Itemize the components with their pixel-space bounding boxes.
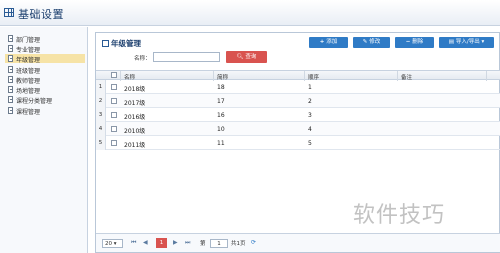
add-button[interactable]: + 添加 bbox=[309, 37, 348, 48]
cell-order: 2 bbox=[308, 98, 312, 105]
edit-button-label: 修改 bbox=[369, 39, 381, 45]
document-icon bbox=[8, 96, 13, 103]
file-icon: ▤ bbox=[448, 39, 454, 45]
document-icon bbox=[8, 35, 13, 42]
top-bar: 基础设置 bbox=[0, 0, 500, 26]
sidebar-item-course[interactable]: 课程管理 bbox=[5, 106, 85, 116]
sidebar-item-grade[interactable]: 年级管理 bbox=[5, 54, 85, 64]
last-page-icon[interactable]: ⏭ bbox=[185, 239, 190, 247]
cell-order: 5 bbox=[308, 140, 312, 147]
sidebar-item-label: 专业管理 bbox=[16, 47, 41, 54]
cell-name: 2017级 bbox=[124, 100, 146, 107]
row-checkbox[interactable] bbox=[111, 126, 117, 132]
table-row[interactable]: 1 2018级 18 1 bbox=[96, 80, 500, 94]
row-number: 2 bbox=[96, 94, 106, 108]
cell-short: 10 bbox=[217, 126, 225, 133]
plus-icon: + bbox=[319, 39, 325, 45]
caret-down-icon: ▾ bbox=[479, 39, 485, 45]
pagination-bar: 20 ▾ ⏮ ◀ 1 ▶ ⏭ 第 1 共1页 ⟳ bbox=[96, 233, 500, 252]
cell-name: 2016级 bbox=[124, 114, 146, 121]
refresh-icon[interactable]: ⟳ bbox=[251, 239, 256, 246]
sidebar-item-label: 课程管理 bbox=[16, 109, 41, 116]
document-icon bbox=[8, 45, 13, 52]
watermark-text: 软件技巧 bbox=[353, 203, 446, 228]
document-icon bbox=[8, 76, 13, 83]
panel-title-text: 年级管理 bbox=[111, 39, 141, 48]
sidebar: 部门管理 专业管理 年级管理 班级管理 教师管理 场地管理 课程分类管理 课程管… bbox=[0, 27, 88, 253]
cell-short: 16 bbox=[217, 112, 225, 119]
sidebar-item-teacher[interactable]: 教师管理 bbox=[5, 75, 85, 85]
cell-order: 3 bbox=[308, 112, 312, 119]
table-row[interactable]: 2 2017级 17 2 bbox=[96, 94, 500, 108]
add-button-label: 添加 bbox=[326, 39, 338, 45]
row-number: 3 bbox=[96, 108, 106, 122]
table-row[interactable]: 3 2016级 16 3 bbox=[96, 108, 500, 122]
edit-button[interactable]: ✎ 修改 bbox=[353, 37, 390, 48]
next-page-icon[interactable]: ▶ bbox=[173, 239, 178, 246]
cell-name: 2018级 bbox=[124, 86, 146, 93]
prev-page-icon[interactable]: ◀ bbox=[143, 239, 148, 246]
sidebar-item-venue[interactable]: 场地管理 bbox=[5, 85, 85, 95]
row-number: 4 bbox=[96, 122, 106, 136]
cell-order: 1 bbox=[308, 84, 312, 91]
row-checkbox[interactable] bbox=[111, 84, 117, 90]
sidebar-item-label: 教师管理 bbox=[16, 78, 41, 85]
cell-order: 4 bbox=[308, 126, 312, 133]
document-icon bbox=[8, 55, 13, 62]
delete-button[interactable]: − 删除 bbox=[395, 37, 434, 48]
row-checkbox[interactable] bbox=[111, 112, 117, 118]
search-icon: 🔍︎ bbox=[236, 54, 244, 60]
total-pages: 共1页 bbox=[231, 241, 246, 247]
page-number-input[interactable]: 1 bbox=[210, 239, 228, 248]
sidebar-item-class[interactable]: 班级管理 bbox=[5, 65, 85, 75]
cell-short: 11 bbox=[217, 140, 225, 147]
row-checkbox[interactable] bbox=[111, 98, 117, 104]
page-title: 基础设置 bbox=[18, 8, 64, 21]
sidebar-item-label: 班级管理 bbox=[16, 68, 41, 75]
document-icon bbox=[8, 86, 13, 93]
cell-short: 17 bbox=[217, 98, 225, 105]
sidebar-item-department[interactable]: 部门管理 bbox=[5, 34, 85, 44]
sidebar-item-major[interactable]: 专业管理 bbox=[5, 44, 85, 54]
cell-short: 18 bbox=[217, 84, 225, 91]
table-row[interactable]: 4 2010级 10 4 bbox=[96, 122, 500, 136]
sidebar-item-label: 年级管理 bbox=[16, 57, 41, 64]
import-export-label: 导入/导出 bbox=[455, 39, 480, 45]
panel-title: 年级管理 bbox=[102, 38, 141, 49]
sidebar-item-course-category[interactable]: 课程分类管理 bbox=[5, 95, 85, 105]
page-size-select[interactable]: 20 ▾ bbox=[102, 239, 123, 248]
sidebar-item-label: 部门管理 bbox=[16, 37, 41, 44]
cell-name: 2010级 bbox=[124, 128, 146, 135]
search-button-label: 查询 bbox=[245, 54, 257, 60]
page-size-value: 20 bbox=[105, 241, 112, 247]
current-page-button[interactable]: 1 bbox=[156, 238, 167, 248]
search-label: 名称： bbox=[134, 56, 151, 62]
edit-icon bbox=[102, 40, 109, 47]
table-row[interactable]: 5 2011级 11 5 bbox=[96, 136, 500, 150]
sidebar-item-label: 场地管理 bbox=[16, 88, 41, 95]
document-icon bbox=[8, 107, 13, 114]
minus-icon: − bbox=[405, 39, 411, 45]
import-export-button[interactable]: ▤ 导入/导出 ▾ bbox=[439, 37, 494, 48]
name-search-input[interactable] bbox=[153, 52, 220, 62]
document-icon bbox=[8, 66, 13, 73]
grid-icon bbox=[4, 8, 14, 17]
cell-name: 2011级 bbox=[124, 142, 146, 149]
sidebar-item-label: 课程分类管理 bbox=[16, 98, 53, 105]
table-header: 名称 简称 顺序 备注 bbox=[96, 70, 500, 81]
delete-button-label: 删除 bbox=[412, 39, 424, 45]
row-checkbox[interactable] bbox=[111, 140, 117, 146]
row-number: 1 bbox=[96, 80, 106, 94]
page-label: 第 bbox=[200, 241, 206, 247]
first-page-icon[interactable]: ⏮ bbox=[131, 239, 136, 247]
select-all-checkbox[interactable] bbox=[111, 72, 117, 78]
row-number: 5 bbox=[96, 136, 106, 150]
pencil-icon: ✎ bbox=[362, 39, 368, 45]
search-button[interactable]: 🔍︎ 查询 bbox=[226, 51, 267, 63]
